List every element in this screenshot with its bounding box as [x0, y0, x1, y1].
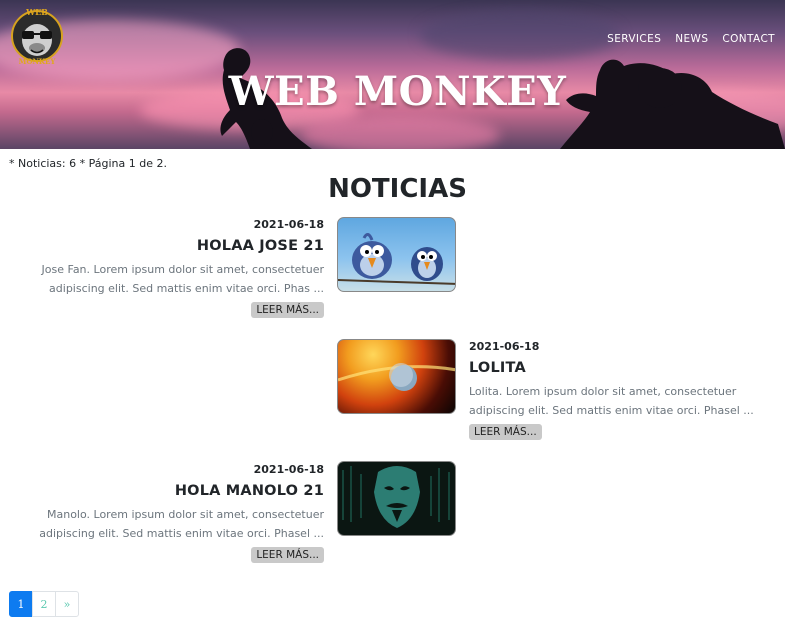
next-page-link[interactable]: » — [55, 591, 79, 617]
read-more-button[interactable]: LEER MÁS... — [469, 424, 542, 440]
news-item: 2021-06-18 HOLAA JOSE 21 Jose Fan. Lorem… — [24, 217, 324, 318]
page-title: NOTICIAS — [328, 174, 467, 204]
pagination: 1 2 » — [9, 591, 79, 617]
hero-banner: WEB MONKEY SERVICES NEWS CONTACT WEB MON… — [0, 0, 785, 149]
news-thumbnail-hacker[interactable] — [337, 461, 456, 536]
news-thumbnail-sun[interactable] — [337, 339, 456, 414]
news-excerpt: Jose Fan. Lorem ipsum dolor sit amet, co… — [41, 263, 324, 295]
news-thumbnail-birds[interactable] — [337, 217, 456, 292]
page-1-link[interactable]: 1 — [9, 591, 33, 617]
news-date: 2021-06-18 — [469, 340, 540, 353]
news-item: 2021-06-18 HOLA MANOLO 21 Manolo. Lorem … — [24, 462, 324, 563]
nav-news[interactable]: NEWS — [675, 33, 708, 45]
nav-contact[interactable]: CONTACT — [722, 33, 775, 45]
news-title[interactable]: LOLITA — [469, 359, 769, 377]
news-title[interactable]: HOLA MANOLO 21 — [24, 482, 324, 500]
svg-text:MONKEY: MONKEY — [19, 57, 57, 66]
news-date: 2021-06-18 — [253, 218, 324, 231]
nav-services[interactable]: SERVICES — [607, 33, 661, 45]
news-item: 2021-06-18 LOLITA Lolita. Lorem ipsum do… — [469, 339, 769, 440]
news-date: 2021-06-18 — [253, 463, 324, 476]
hero-title: WEB MONKEY — [228, 68, 567, 115]
page-2-link[interactable]: 2 — [32, 591, 56, 617]
read-more-button[interactable]: LEER MÁS... — [251, 547, 324, 563]
web-monkey-logo[interactable]: WEB MONKEY — [8, 4, 66, 66]
news-excerpt: Lolita. Lorem ipsum dolor sit amet, cons… — [469, 385, 754, 417]
main-nav: SERVICES NEWS CONTACT — [607, 33, 775, 45]
news-title[interactable]: HOLAA JOSE 21 — [24, 237, 324, 255]
news-count-summary: * Noticias: 6 * Página 1 de 2. — [9, 157, 167, 170]
logo-lettering: WEB — [25, 7, 48, 17]
news-excerpt: Manolo. Lorem ipsum dolor sit amet, cons… — [39, 508, 324, 540]
read-more-button[interactable]: LEER MÁS... — [251, 302, 324, 318]
